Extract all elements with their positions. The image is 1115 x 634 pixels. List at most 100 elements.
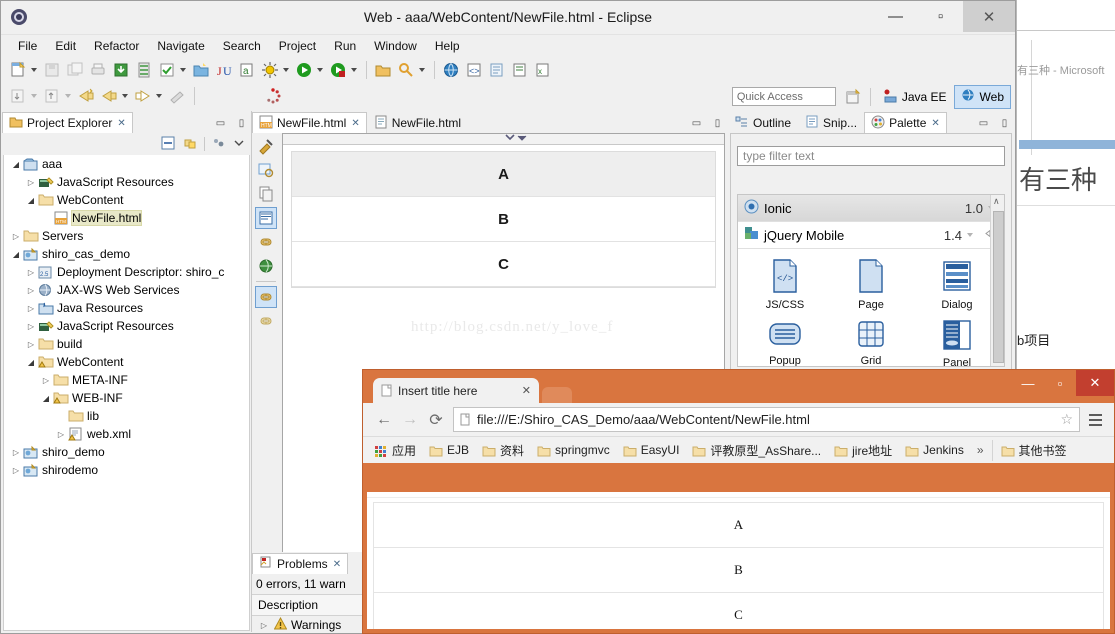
tree-item-shiro-demo[interactable]: ▷ shiro_demo (4, 443, 249, 461)
menu-item-help[interactable]: Help (426, 37, 469, 55)
palette-view-buttons[interactable]: ▭ ▯ (977, 117, 1011, 130)
tree-expand-arrow-icon[interactable]: ◢ (10, 250, 22, 259)
back-history-icon[interactable] (75, 85, 97, 107)
close-icon[interactable]: ✕ (351, 118, 359, 129)
new-annotation-icon[interactable]: a (236, 59, 258, 81)
connections-alt-icon[interactable] (255, 310, 277, 332)
tree-expand-arrow-icon[interactable]: ◢ (10, 160, 22, 169)
menu-item-file[interactable]: File (9, 37, 46, 55)
editor-tab-bar[interactable]: HTM NewFile.html ✕ NewFile.html ▭ ▯ (252, 111, 727, 133)
palette-item-grid[interactable]: Grid (828, 315, 914, 366)
tree-item-build[interactable]: ▷ build (4, 335, 249, 353)
palette-scrollbar[interactable]: ∧ (990, 195, 1004, 366)
close-icon[interactable]: ✕ (522, 384, 531, 397)
view-menu-chevron-icon[interactable] (233, 137, 245, 152)
project-explorer-view[interactable]: Project Explorer ✕ ▭ ▯ ◢ aaa ▷ JavaScrip… (2, 111, 252, 632)
tree-expand-arrow-icon[interactable]: ▷ (10, 232, 22, 241)
project-explorer-view-buttons[interactable]: ▭ ▯ (214, 117, 248, 130)
tree-item-java-resources[interactable]: ▷ Java Resources (4, 299, 249, 317)
new-dropdown-icon[interactable] (31, 68, 37, 72)
tree-expand-arrow-icon[interactable]: ▷ (10, 448, 22, 457)
palette-items-grid[interactable]: </> JS/CSS Page Dialog Popup Grid Panel (738, 249, 1004, 366)
perspective-web[interactable]: Web (953, 84, 1011, 109)
tab-project-explorer[interactable]: Project Explorer ✕ (2, 112, 133, 133)
browser-icon[interactable] (440, 59, 462, 81)
tab-newfile-html-design[interactable]: HTM NewFile.html ✕ (252, 112, 367, 133)
eclipse-toolbar[interactable]: JU a <> x Quick Access Java EE Web (1, 57, 1015, 109)
palette-filter-input[interactable]: type filter text (737, 146, 1005, 166)
chrome-page-content[interactable]: A B C (367, 492, 1110, 629)
chrome-minimize-button[interactable]: — (1012, 370, 1044, 396)
close-icon[interactable]: ✕ (931, 118, 939, 129)
new-xml-icon[interactable]: x (532, 59, 554, 81)
forward-dropdown-icon[interactable] (156, 94, 162, 98)
eclipse-menu-bar[interactable]: File Edit Refactor Navigate Search Proje… (1, 35, 1015, 57)
snippets-icon[interactable] (255, 183, 277, 205)
chrome-title-bar[interactable]: — ▫ ✕ Insert title here ✕ (363, 370, 1114, 403)
tree-item-web-inf[interactable]: ◢ WEB-INF (4, 389, 249, 407)
run-dropdown-icon[interactable] (317, 68, 323, 72)
forward-icon[interactable] (132, 85, 154, 107)
tree-expand-arrow-icon[interactable]: ▷ (25, 178, 37, 187)
view-menu-icon[interactable] (211, 135, 227, 154)
tree-expand-arrow-icon[interactable]: ▷ (25, 268, 37, 277)
tree-item-webcontent[interactable]: ◢ WebContent (4, 353, 249, 371)
menu-item-run[interactable]: Run (325, 37, 365, 55)
chrome-tab-strip[interactable]: Insert title here ✕ (373, 378, 572, 403)
palette-item-jscss[interactable]: </> JS/CSS (742, 255, 828, 315)
palette-group-jquery-mobile[interactable]: jQuery Mobile 1.4 (738, 222, 1004, 249)
chrome-tab[interactable]: Insert title here ✕ (373, 378, 539, 403)
editor-canvas-top-scroll[interactable] (283, 134, 724, 145)
close-icon[interactable]: ✕ (333, 559, 341, 570)
close-icon[interactable]: ✕ (117, 118, 125, 129)
palette-body[interactable]: type filter text Ionic 1.0 jQuery Mobile… (730, 133, 1012, 372)
tree-expand-arrow-icon[interactable]: ▷ (10, 466, 22, 475)
quick-access-input[interactable]: Quick Access (731, 87, 836, 106)
eclipse-toolbar-row-1[interactable]: JU a <> x (1, 57, 1015, 83)
eclipse-title-bar[interactable]: Web - aaa/WebContent/NewFile.html - Ecli… (1, 1, 1015, 35)
palette-panel-icon[interactable] (255, 207, 277, 229)
hamburger-icon[interactable] (1084, 407, 1106, 433)
tree-expand-arrow-icon[interactable]: ▷ (25, 304, 37, 313)
palette-item-dialog[interactable]: Dialog (914, 255, 1000, 315)
search-dropdown-icon[interactable] (419, 68, 425, 72)
tab-newfile-html-source[interactable]: NewFile.html (367, 112, 468, 133)
chrome-bookmarks-bar[interactable]: 应用 EJB 资料 springmvc EasyUI 评教原型_AsShare.… (363, 436, 1114, 463)
debug-dropdown-icon[interactable] (283, 68, 289, 72)
validate-dropdown-icon[interactable] (180, 68, 186, 72)
tree-item-lib[interactable]: lib (4, 407, 249, 425)
palette-scroll-area[interactable]: Ionic 1.0 jQuery Mobile 1.4 </> JS/CSS P… (737, 194, 1005, 367)
junit-icon[interactable]: JU (213, 59, 235, 81)
bookmark-ziliao[interactable]: 资料 (477, 440, 529, 461)
run-icon[interactable] (293, 59, 315, 81)
back-icon[interactable] (98, 85, 120, 107)
prev-annotation-dropdown-icon[interactable] (65, 94, 71, 98)
new-tab-button[interactable] (542, 387, 572, 403)
address-bar[interactable]: file:///E:/Shiro_CAS_Demo/aaa/WebContent… (453, 407, 1080, 432)
bookmark-jire[interactable]: jire地址 (829, 440, 897, 461)
back-icon[interactable]: ← (371, 407, 397, 433)
chrome-window-controls[interactable]: — ▫ ✕ (1012, 370, 1114, 396)
expand-arrow-icon[interactable]: ▷ (258, 621, 270, 630)
html-tag-icon[interactable]: <> (463, 59, 485, 81)
menu-item-search[interactable]: Search (214, 37, 270, 55)
bookmark-easyui[interactable]: EasyUI (618, 441, 685, 459)
scroll-up-icon[interactable]: ∧ (993, 196, 1000, 207)
link-with-editor-icon[interactable] (182, 135, 198, 154)
eclipse-window-controls[interactable]: — ▫ ✕ (873, 1, 1015, 32)
bookmarks-overflow-button[interactable]: » (972, 441, 989, 459)
editor-view-buttons[interactable]: ▭ ▯ (690, 117, 724, 130)
project-explorer-toolbar[interactable] (2, 133, 251, 155)
palette-tab-bar[interactable]: Outline Snip... Palette ✕ ▭ ▯ (728, 111, 1014, 133)
open-perspective-icon[interactable] (842, 86, 864, 108)
perspective-switcher[interactable]: Java EE Web (842, 84, 1011, 109)
palette-group-ionic[interactable]: Ionic 1.0 (738, 195, 1004, 222)
bookmark-pingjiao[interactable]: 评教原型_AsShare... (687, 440, 826, 461)
tree-item-aaa[interactable]: ◢ aaa (4, 155, 249, 173)
new-css-icon[interactable] (509, 59, 531, 81)
chrome-omnibox-bar[interactable]: ← → ⟳ file:///E:/Shiro_CAS_Demo/aaa/WebC… (363, 403, 1114, 436)
eclipse-minimize-button[interactable]: — (873, 1, 918, 32)
menu-item-navigate[interactable]: Navigate (148, 37, 213, 55)
minimize-view-icon[interactable]: ▭ (214, 117, 227, 130)
chrome-close-button[interactable]: ✕ (1076, 370, 1114, 396)
